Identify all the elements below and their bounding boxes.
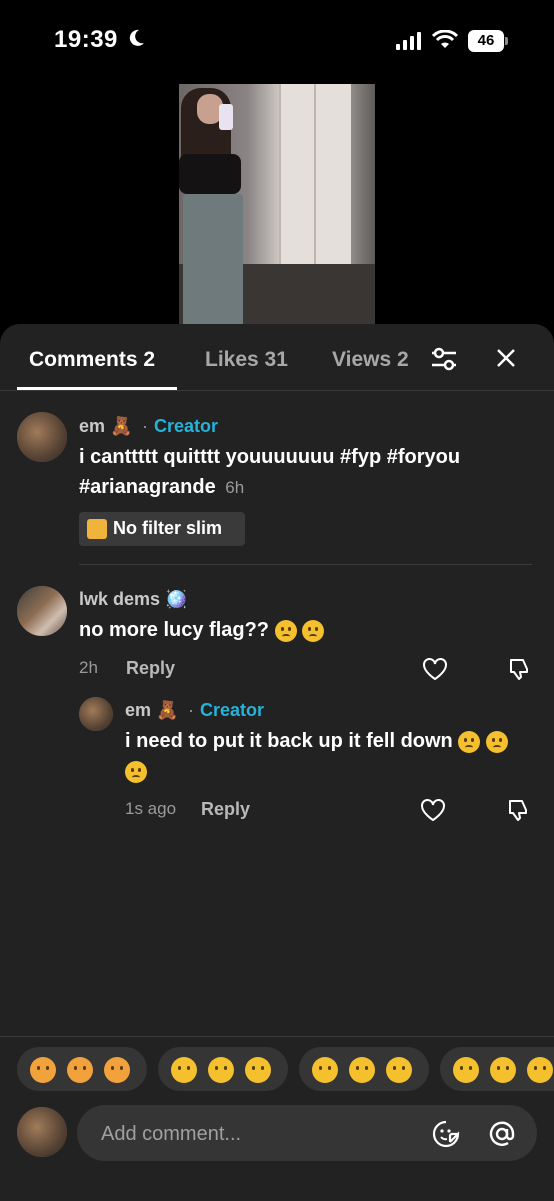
tab-likes[interactable]: Likes 31 bbox=[205, 348, 288, 372]
avatar[interactable] bbox=[17, 412, 67, 462]
disappointed-emoji-icon bbox=[302, 619, 325, 642]
filter-chip[interactable]: No filter slim bbox=[79, 512, 245, 546]
battery-icon: 46 bbox=[468, 30, 508, 52]
sparkle-icon bbox=[87, 519, 107, 539]
quick-emoji-frown[interactable] bbox=[158, 1047, 288, 1091]
frowning-emoji-icon bbox=[485, 730, 508, 753]
reply-text: i need to put it back up it fell down bbox=[125, 726, 535, 786]
sticker-icon[interactable] bbox=[431, 1119, 461, 1149]
reply-button[interactable]: Reply bbox=[201, 799, 250, 820]
wifi-icon bbox=[432, 30, 458, 48]
quick-emoji-wink[interactable] bbox=[299, 1047, 429, 1091]
comment-composer-bar bbox=[0, 1036, 554, 1201]
grinning-emoji-icon bbox=[527, 1057, 553, 1083]
avatar[interactable] bbox=[79, 697, 113, 731]
tab-bar: Comments 2 Likes 31 Views 2 bbox=[0, 324, 554, 390]
dislike-icon[interactable] bbox=[506, 798, 530, 822]
heart-icon[interactable] bbox=[422, 657, 448, 681]
grinning-emoji-icon bbox=[453, 1057, 479, 1083]
smiling-hearts-emoji-icon bbox=[67, 1057, 93, 1083]
reply-username[interactable]: em 🧸 bbox=[125, 700, 178, 721]
filter-icon[interactable] bbox=[430, 346, 458, 372]
smiling-hearts-emoji-icon bbox=[30, 1057, 56, 1083]
at-icon[interactable] bbox=[487, 1119, 517, 1149]
avatar[interactable] bbox=[17, 586, 67, 636]
status-time: 19:39 bbox=[54, 26, 118, 53]
frowning-emoji-icon bbox=[245, 1057, 271, 1083]
comment-username[interactable]: em 🧸 bbox=[79, 416, 132, 437]
grinning-emoji-icon bbox=[490, 1057, 516, 1083]
winking-emoji-icon bbox=[349, 1057, 375, 1083]
frowning-emoji-icon bbox=[458, 730, 481, 753]
winking-emoji-icon bbox=[312, 1057, 338, 1083]
reply-time: 1s ago bbox=[125, 799, 177, 818]
video-thumbnail[interactable] bbox=[179, 84, 375, 324]
comment-text: i canttttt quitttt youuuuuuu #fyp #foryo… bbox=[79, 446, 461, 498]
winking-emoji-icon bbox=[386, 1057, 412, 1083]
status-bar: 19:39 46 bbox=[0, 0, 554, 84]
separator-dot: · bbox=[188, 700, 194, 720]
frowning-emoji-icon bbox=[208, 1057, 234, 1083]
comment-time: 2h bbox=[79, 658, 98, 677]
divider bbox=[0, 390, 554, 391]
dislike-icon[interactable] bbox=[507, 657, 531, 681]
frowning-emoji-icon bbox=[125, 760, 147, 783]
separator-dot: · bbox=[142, 416, 148, 436]
moon-icon bbox=[129, 29, 144, 46]
heart-icon[interactable] bbox=[420, 798, 446, 822]
quick-emoji-love[interactable] bbox=[17, 1047, 147, 1091]
comment-time: 6h bbox=[225, 478, 245, 497]
comment-text: no more lucy flag?? bbox=[79, 615, 529, 645]
battery-level: 46 bbox=[468, 30, 504, 52]
creator-badge: Creator bbox=[200, 700, 265, 720]
filter-chip-label: No filter slim bbox=[113, 518, 223, 538]
kissing-emoji-icon bbox=[274, 619, 297, 642]
frowning-emoji-icon bbox=[171, 1057, 197, 1083]
comment-input[interactable] bbox=[99, 1105, 413, 1163]
signal-icon bbox=[396, 32, 421, 50]
comment-username[interactable]: lwk dems 🪩 bbox=[79, 589, 187, 610]
avatar[interactable] bbox=[17, 1107, 67, 1157]
creator-badge: Creator bbox=[154, 416, 219, 436]
smiling-hearts-emoji-icon bbox=[104, 1057, 130, 1083]
quick-emoji-grin[interactable] bbox=[440, 1047, 554, 1091]
tab-views[interactable]: Views 2 bbox=[332, 348, 409, 372]
reply-button[interactable]: Reply bbox=[126, 658, 175, 679]
close-icon[interactable] bbox=[494, 346, 518, 370]
divider bbox=[79, 564, 532, 565]
tab-comments[interactable]: Comments 2 bbox=[29, 348, 155, 372]
comment-input-box[interactable] bbox=[77, 1105, 537, 1163]
